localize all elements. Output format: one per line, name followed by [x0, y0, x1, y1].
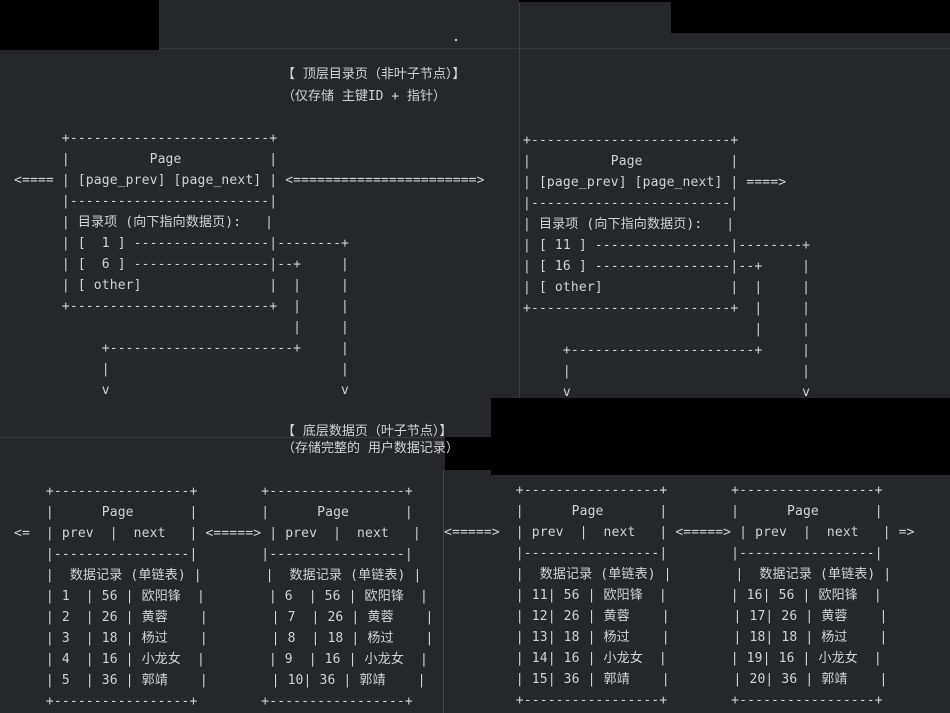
masked-region [671, 0, 950, 33]
masked-region [491, 398, 950, 475]
top-right-pane: +-------------------------+ | Page | | [… [519, 2, 950, 402]
divider [520, 48, 950, 49]
bottom-right-pane: +-----------------+ +-----------------+ … [443, 470, 950, 713]
top-section-subtitle: （仅存储 主键ID + 指针） [282, 89, 446, 104]
bottom-left-pages-diagram: +-----------------+ +-----------------+ … [14, 484, 434, 709]
bottom-left-pane: +-----------------+ +-----------------+ … [0, 437, 445, 713]
top-section-title: 【 顶层目录页（非叶子节点）】 [282, 67, 466, 82]
top-left-page-diagram: +-------------------------+ | Page | <==… [14, 131, 485, 398]
top-right-page-diagram: +-------------------------+ | Page | | [… [523, 133, 811, 400]
masked-region [0, 0, 159, 50]
cursor-dot [455, 39, 457, 41]
bottom-section-subtitle: （存储完整的 用户数据记录） [282, 441, 459, 456]
bottom-right-pages-diagram: +-----------------+ +-----------------+ … [444, 483, 915, 708]
